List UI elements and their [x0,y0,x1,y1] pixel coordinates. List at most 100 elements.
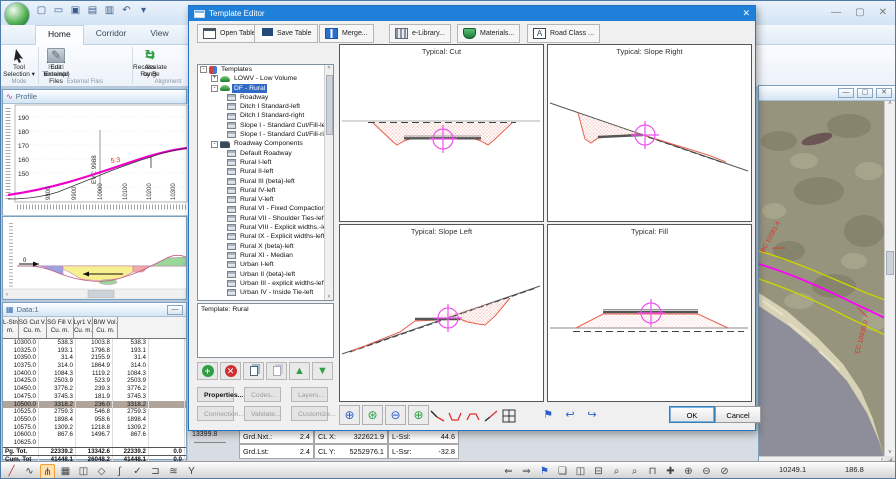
map-maximize-button[interactable]: ▢ [857,88,873,98]
e-library-button[interactable]: e-Library... [389,24,451,43]
assign-by-range-button[interactable]: Ass by R [133,47,167,78]
tree-item[interactable]: Slope I - Standard Cut/Fill-right [198,130,333,139]
tree-item-df-rural[interactable]: - DF - Rural [198,84,333,93]
tree-item[interactable]: Rural X (beta)-left [198,242,333,251]
feature-tree-icon[interactable]: Y [184,464,199,479]
preview-pane-slope-right[interactable]: Typical: Slope Right [547,44,752,222]
road-class-button[interactable]: Road Class ... [527,24,600,43]
tree-item[interactable]: Rural III (beta)-left [198,177,333,186]
paste-button[interactable] [266,362,287,380]
table-row[interactable]: 10625.0 [3,439,186,447]
preview-pane-cut[interactable]: Typical: Cut [339,44,544,222]
slope-tool-icon[interactable] [429,408,445,429]
table-row[interactable]: 10575.0 1309.2 1218.8 1309.2 [3,424,186,432]
dialog-close-icon[interactable]: ✕ [742,8,750,19]
map-window-titlebar[interactable]: — ▢ ✕ [759,86,895,101]
tree-vscrollbar[interactable]: ˄˅ [324,65,333,300]
tree-item[interactable]: Rural V-left [198,195,333,204]
tab-home[interactable]: Home [35,25,84,45]
tree-item[interactable]: Urban II (beta)-left [198,270,333,279]
tile-vertical-icon[interactable]: ◫ [573,464,588,479]
map-vscrollbar-thumb[interactable] [886,251,894,275]
materials-button[interactable]: Materials... [457,24,520,43]
tree-item[interactable]: Urban IV - Inside Tie-left [198,288,333,297]
zoom-out-icon[interactable]: ⊖ [699,464,714,479]
tree-item[interactable]: Default Roadway [198,149,333,158]
save-table-button[interactable]: Save Table [254,24,318,43]
cross-section-view-icon[interactable]: ⋔ [40,464,55,479]
lock-icon[interactable]: ⊓ [645,464,660,479]
save-icon[interactable]: ▣ [69,4,82,17]
flag-point-icon[interactable]: ⚑ [539,407,557,423]
data-table-icon[interactable]: ▦ [58,464,73,479]
previous-connection-icon[interactable]: ↩ [561,407,579,423]
preview-pane-fill[interactable]: Typical: Fill [547,224,752,402]
tree-expander[interactable]: - [211,141,218,148]
pan-icon[interactable]: ✚ [663,464,678,479]
table-row[interactable]: 10475.0 3745.3 181.9 3745.3 [3,393,186,401]
tree-item[interactable]: Rural IX - Explicit widths-left [198,232,333,241]
mass-haul-view[interactable]: 0 ‹ [3,217,186,299]
table-row[interactable]: 10300.0 538.3 1003.8 538.3 [3,339,186,347]
preview-pane-slope-left[interactable]: Typical: Slope Left [339,224,544,402]
edit-external-files-button[interactable]: Edit External Files [39,47,73,85]
zoom-window-icon[interactable]: ⌕ [609,464,624,479]
ditch-tool-icon[interactable] [447,408,463,429]
table-row[interactable]: 10425.0 2503.9 523.9 2503.9 [3,377,186,385]
layers-button[interactable]: Layers... [291,387,328,402]
table-row[interactable]: 10325.0 193.1 1796.8 193.1 [3,347,186,355]
profile-chart[interactable]: 190 180 170 160 150 EVC 9988 5.3 9800 99… [3,104,188,215]
table-row[interactable]: 10525.0 2759.3 546.8 2759.3 [3,408,186,416]
table-row[interactable]: 10400.0 1084.3 1119.2 1084.3 [3,370,186,378]
back-icon[interactable]: ⇐ [501,464,516,479]
tile-horizontal-icon[interactable]: ⊟ [591,464,606,479]
tree-item[interactable]: Rural XI - Median [198,251,333,260]
section-hscrollbar-thumb[interactable] [88,291,114,298]
minimize-button[interactable]: — [831,7,841,18]
table-row[interactable]: 10375.0 314.0 1864.9 314.0 [3,362,186,370]
dialog-titlebar[interactable]: Template Editor ✕ [189,6,755,21]
tree-item[interactable]: Slope I - Standard Cut/Fill-left [198,121,333,130]
next-connection-icon[interactable]: ↪ [583,407,601,423]
new-document-icon[interactable]: ▢ [35,4,48,17]
tree-expander[interactable]: - [200,66,207,73]
culvert-icon[interactable]: ✓ [130,464,145,479]
section-edit-icon[interactable]: ╱ [4,464,19,479]
tree-expander[interactable]: + [211,75,218,82]
tree-item[interactable]: Rural IV-left [198,186,333,195]
codes-button[interactable]: Codes... [244,387,281,402]
zoom-window-icon[interactable]: ⊕ [408,405,429,425]
merge-button[interactable]: Merge... [319,24,374,43]
flag-icon[interactable]: ⚑ [537,464,552,479]
fill-slope-tool-icon[interactable] [483,408,499,429]
tool-selection-button[interactable]: Tool Selection ▾ [2,47,36,78]
tree-item-roadway[interactable]: Roadway [198,93,333,102]
ok-button[interactable]: OK [669,406,715,423]
view-3d-icon[interactable]: ◇ [94,464,109,479]
profile-window-titlebar[interactable]: ∿ Profile [3,90,186,104]
move-up-button[interactable]: ▲ [289,362,310,380]
properties-button[interactable]: Properties... [197,387,234,402]
tree-expander[interactable]: - [211,85,218,92]
table-row[interactable]: 10500.0 3318.2 236.0 3318.2 [3,401,186,409]
validate-button[interactable]: Validate... [244,406,281,421]
grid-view-icon[interactable] [501,408,517,429]
table-row[interactable]: 10350.0 31.4 2155.9 31.4 [3,354,186,362]
map-vscrollbar[interactable]: ˄ ˅ [884,101,895,456]
table-row[interactable]: 10550.0 1898.4 958.6 1898.4 [3,416,186,424]
open-file-icon[interactable]: ▭ [52,4,65,17]
profile-view-icon[interactable]: ∿ [22,464,37,479]
undo-icon[interactable]: ↶ [120,4,133,17]
zoom-in-icon[interactable]: ⊕ [339,405,360,425]
tree-item[interactable]: Ditch I Standard-right [198,111,333,120]
zoom-extents-icon[interactable]: ⌕ [627,464,642,479]
tree-item[interactable]: Rural VII - Shoulder Ties-left [198,214,333,223]
qat-dropdown-icon[interactable]: ▾ [137,4,150,17]
tree-item[interactable]: Ditch I Standard-left [198,102,333,111]
zoom-in-icon[interactable]: ⊕ [681,464,696,479]
maximize-button[interactable]: ▢ [855,7,864,18]
scroll-up-arrow-icon[interactable]: ˄ [885,101,895,107]
print-preview-icon[interactable]: ▥ [103,4,116,17]
plan-map-view[interactable]: BC 10581.4 EC 10935.9 [759,101,885,456]
customize-button[interactable]: Customize... [291,406,328,421]
